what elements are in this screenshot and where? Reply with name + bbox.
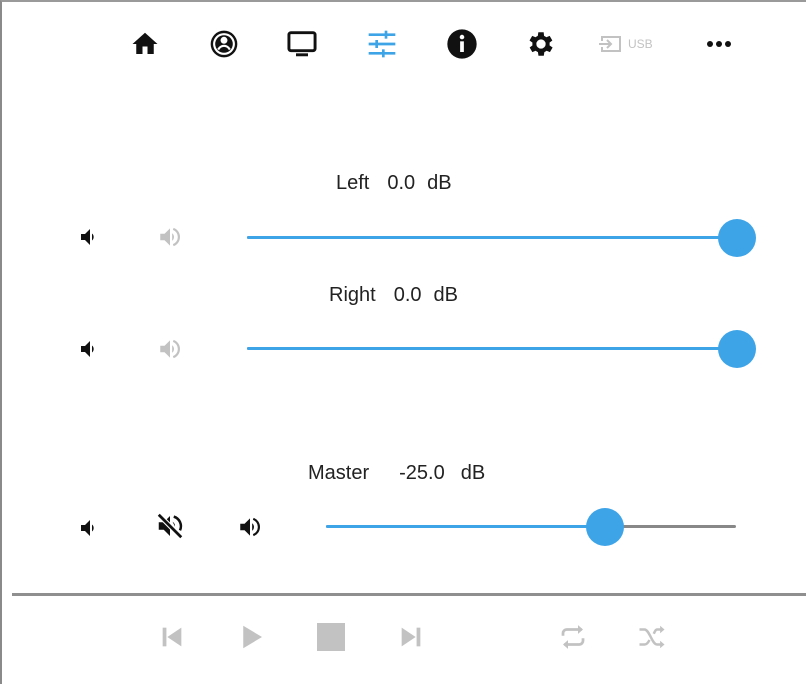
left-volume-down-button[interactable] [75,222,105,252]
shuffle-icon [639,625,665,649]
right-volume-up-button[interactable] [155,334,185,364]
play-button[interactable] [235,620,269,654]
slider-thumb[interactable] [718,330,756,368]
master-mute-button[interactable] [155,511,185,541]
play-icon [243,625,262,649]
right-channel-unit: dB [433,284,458,306]
master-channel-name: Master [308,462,370,484]
next-button[interactable] [394,620,428,654]
mute-icon [156,512,184,540]
next-icon [401,627,421,647]
left-channel-name: Left [336,172,370,194]
sliders-icon [368,30,396,58]
volume-up-icon [160,227,180,247]
left-channel-unit: dB [427,172,452,194]
left-channel-label: Left 0.0 dB [336,171,452,195]
shuffle-button[interactable] [635,620,669,654]
master-volume-up-button[interactable] [235,512,265,542]
repeat-icon [561,625,585,649]
right-channel-name: Right [329,284,376,306]
more-horizontal-icon [707,41,731,47]
right-volume-down-button[interactable] [75,334,105,364]
nav-profile-button[interactable] [207,27,241,61]
home-icon [132,32,158,54]
stop-button[interactable] [314,620,348,654]
master-volume-slider[interactable] [326,507,736,547]
volume-down-icon [81,229,94,245]
transport-divider [12,593,806,596]
master-volume-down-button[interactable] [75,513,105,543]
volume-down-icon [81,520,94,536]
master-channel-unit: dB [460,462,486,484]
volume-up-icon [240,517,260,537]
previous-button[interactable] [155,620,189,654]
nav-usb-button[interactable]: USB [598,31,653,57]
monitor-icon [287,31,317,57]
gear-icon [529,32,553,56]
nav-equalizer-button[interactable] [365,27,399,61]
usb-label: USB [628,37,653,51]
left-channel-value: 0.0 [387,172,416,194]
slider-fill [247,347,737,350]
account-circle-icon [210,30,238,58]
nav-info-button[interactable] [445,27,479,61]
nav-more-button[interactable] [702,27,736,61]
repeat-button[interactable] [556,620,590,654]
left-volume-slider[interactable] [247,218,756,258]
previous-icon [162,627,182,647]
nav-home-button[interactable] [128,27,162,61]
slider-fill [326,525,605,528]
volume-up-icon [160,339,180,359]
input-icon [599,36,621,52]
nav-display-button[interactable] [285,27,319,61]
nav-settings-button[interactable] [524,27,558,61]
right-channel-value: 0.0 [393,284,422,306]
left-volume-up-button[interactable] [155,222,185,252]
stop-icon [317,623,345,651]
slider-thumb[interactable] [718,219,756,257]
slider-fill [247,236,737,239]
master-channel-value: -25.0 [399,462,445,484]
volume-down-icon [81,341,94,357]
slider-thumb[interactable] [585,508,624,546]
info-icon [447,29,477,59]
right-channel-label: Right 0.0 dB [329,283,458,307]
master-channel-label: Master -25.0 dB [308,461,485,485]
right-volume-slider[interactable] [247,329,756,369]
